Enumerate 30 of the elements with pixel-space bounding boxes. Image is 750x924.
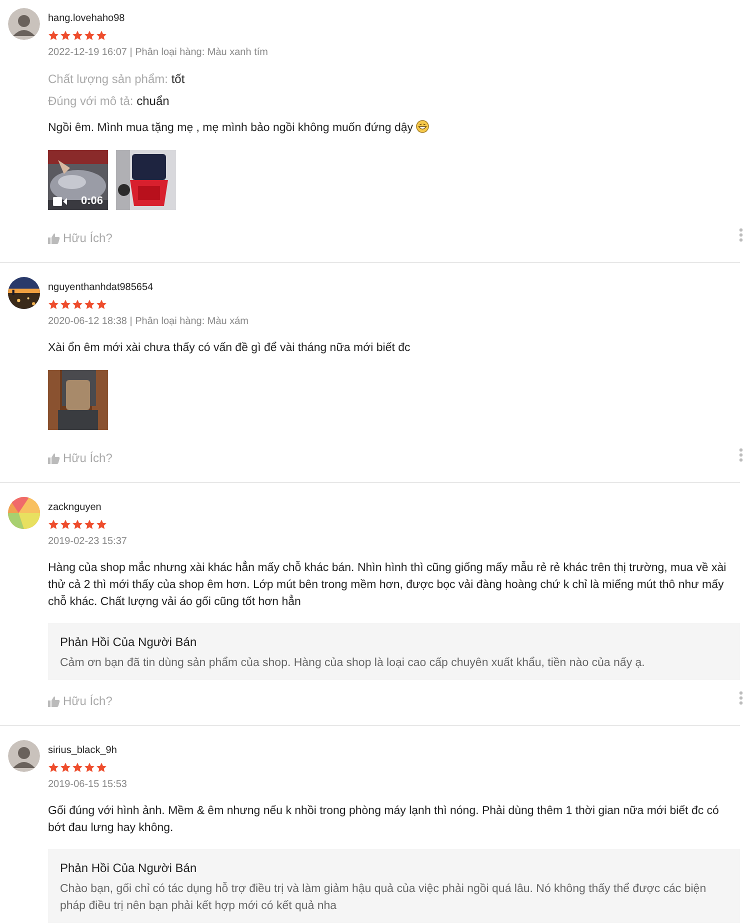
attribute-label: Đúng với mô tả: <box>48 94 134 108</box>
avatar-icon <box>8 8 40 40</box>
review-text: Gối đúng với hình ảnh. Mềm & êm nhưng nếu k nhồi trong phòng máy lạnh thì nóng. Phải dùng thêm 1 thời gian nữa mới biết đc có bớt đau lưng hay không. <box>48 804 720 836</box>
attribute-value: chuẩn <box>136 94 170 108</box>
username[interactable]: nguyenthanhdat985654 <box>48 281 154 295</box>
review-meta: 2022-12-19 16:07 | Phân loại hàng: Màu xanh tím <box>48 46 268 60</box>
attribute-label: Chất lượng sản phẩm: <box>48 72 168 86</box>
review-text: Xài ổn êm mới xài chưa thấy có vấn đề gì để vài tháng nữa mới biết đc <box>48 340 412 356</box>
thumbs-up-icon[interactable] <box>48 452 60 464</box>
avatar-icon <box>8 740 40 772</box>
video-duration: 0:06 <box>80 195 103 207</box>
username[interactable]: sirius_black_9h <box>48 744 117 758</box>
reply-title: Phản Hồi Của Người Bán <box>60 860 197 877</box>
reply-text: Chào bạn, gối chỉ có tác dụng hỗ trợ điều trị và làm giảm hậu quả của việc phải ngồi quá lâu. Nó không thấy thể được các biện pháp điều trị nên bạn phải kết hợp mới có kết quả nha <box>60 881 708 914</box>
more-options-icon[interactable] <box>739 228 743 242</box>
reply-title: Phản Hồi Của Người Bán <box>60 634 197 651</box>
review-text: Ngồi êm. Mình mua tặng mẹ , mẹ mình bảo ngồi không muốn đứng dậy <box>48 122 414 134</box>
review-meta: 2020-06-12 18:38 | Phân loại hàng: Màu xám <box>48 315 249 329</box>
username[interactable]: zacknguyen <box>48 501 102 515</box>
more-options-icon[interactable] <box>739 448 743 462</box>
review-meta: 2019-02-23 15:37 <box>48 535 127 549</box>
more-options-icon[interactable] <box>739 691 743 705</box>
reply-text: Cảm ơn bạn đã tin dùng sản phẩm của shop. Hàng của shop là loại cao cấp chuyên xuất khẩu, tiền nào của nấy ạ. <box>60 656 646 671</box>
video-camera-icon <box>53 196 67 206</box>
thumbs-up-icon[interactable] <box>48 696 60 706</box>
thumbs-up-icon[interactable] <box>48 232 60 244</box>
review-meta: 2019-06-15 15:53 <box>48 778 127 792</box>
username[interactable]: hang.lovehaho98 <box>48 12 125 26</box>
attribute-value: tốt <box>171 72 185 86</box>
review-text: Hàng của shop mắc nhưng xài khác hẳn mấy chỗ khác bán. Nhìn hình thì cũng giống mấy mẫu rẻ rẻ khác trên thị trường, mua về xài thử cả 2 thì mới thấy của shop êm hơn. Lớp mút bên trong mềm hơn, được bọc vải đàng hoàng chứ k chỉ là miếng mút thô như mấy chỗ khác. Chất lượng vải áo gối cũng tốt hơn hẳn <box>48 560 728 610</box>
